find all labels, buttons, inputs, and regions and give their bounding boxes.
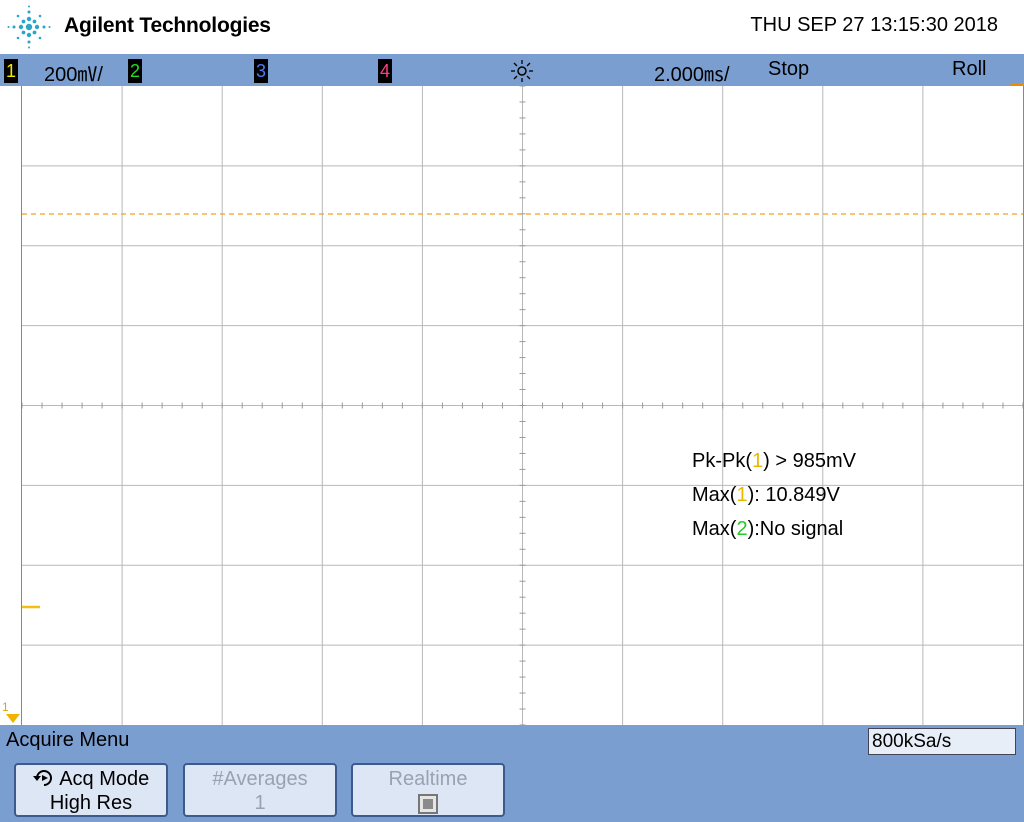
agilent-spark-icon xyxy=(7,5,51,49)
acq-mode-label: Acq Mode xyxy=(59,768,150,790)
acquisition-mode: Roll xyxy=(952,58,987,80)
averages-label: #Averages xyxy=(212,768,308,790)
channel-1-key[interactable]: 1 xyxy=(4,59,18,83)
channel-2-key[interactable]: 2 xyxy=(128,59,142,83)
pkpk-channel: 1 xyxy=(752,450,764,472)
realtime-label: Realtime xyxy=(388,768,468,790)
max1-value: ): 10.849V xyxy=(747,484,840,506)
channel-3-key[interactable]: 3 xyxy=(254,59,268,83)
averages-softkey[interactable]: #Averages 1 xyxy=(183,763,337,817)
realtime-softkey[interactable]: Realtime xyxy=(351,763,505,817)
max2-value: ):No signal xyxy=(747,518,844,540)
pkpk-label: Pk-Pk( xyxy=(692,450,752,472)
brand-name: Agilent Technologies xyxy=(64,14,271,37)
acq-mode-value: High Res xyxy=(49,792,133,814)
averages-value: 1 xyxy=(254,792,266,814)
max2-channel: 2 xyxy=(736,518,748,540)
sample-rate-display: 800kSa/s xyxy=(868,728,1016,755)
channel-1-ground-marker: 1 xyxy=(2,700,9,714)
measurement-pkpk: Pk-Pk(1) > 985mV xyxy=(692,444,856,478)
waveform-graticule xyxy=(22,86,1023,725)
realtime-checkbox[interactable] xyxy=(418,794,438,814)
datetime: THU SEP 27 13:15:30 2018 xyxy=(750,14,998,36)
run-state: Stop xyxy=(768,58,810,80)
rotate-knob-icon xyxy=(32,770,52,786)
trigger-sun-icon xyxy=(511,60,533,82)
timebase-scale: 2.000㎳/ xyxy=(654,64,730,86)
header-bar: Agilent Technologies THU SEP 27 13:15:30… xyxy=(0,0,1024,54)
scope-display xyxy=(21,86,1024,725)
channel-4-key[interactable]: 4 xyxy=(378,59,392,83)
pkpk-value: ) > 985mV xyxy=(763,450,856,472)
max2-label: Max( xyxy=(692,518,737,540)
channel-1-scale: 200㎷/ xyxy=(44,64,103,86)
max1-channel: 1 xyxy=(736,484,748,506)
acq-mode-softkey[interactable]: Acq Mode High Res xyxy=(14,763,168,817)
channel-status-bar: 1 200㎷/ 2 3 4 2.000㎳/ Stop Roll xyxy=(0,54,1024,93)
measurement-max-2: Max(2):No signal xyxy=(692,512,856,546)
ground-arrow-icon xyxy=(6,714,20,723)
measurement-max-1: Max(1): 10.849V xyxy=(692,478,856,512)
softkey-menu-bar: Acquire Menu 800kSa/s Acq Mode High Res … xyxy=(0,725,1024,822)
menu-title: Acquire Menu xyxy=(6,729,130,751)
measurement-panel: Pk-Pk(1) > 985mV Max(1): 10.849V Max(2):… xyxy=(692,444,856,546)
max1-label: Max( xyxy=(692,484,737,506)
